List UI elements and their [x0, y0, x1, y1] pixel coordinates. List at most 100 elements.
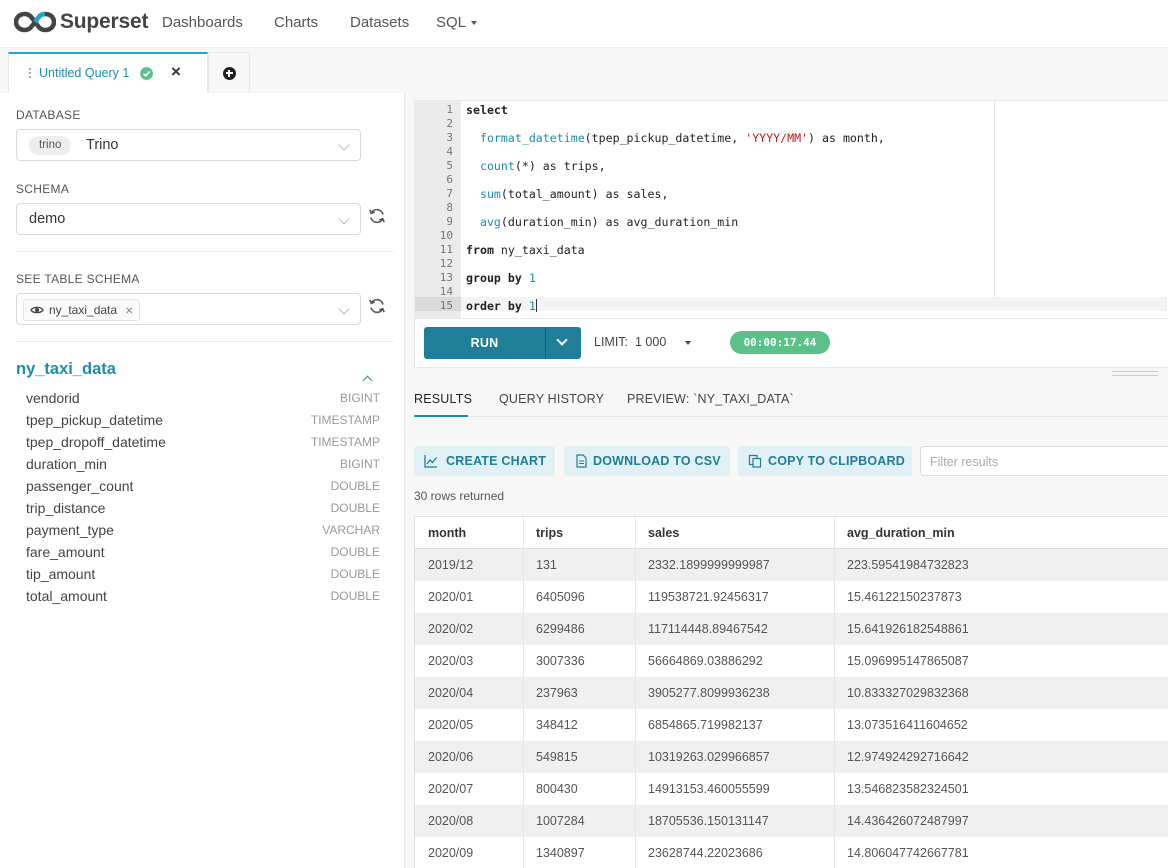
table-cell: 131 [536, 558, 557, 572]
table-select[interactable]: ny_taxi_data × [16, 293, 361, 325]
column-type: DOUBLE [330, 567, 380, 581]
column-item[interactable]: passenger_count DOUBLE [26, 478, 380, 500]
column-header-avg-duration[interactable]: avg_duration_min [847, 526, 955, 540]
superset-logo[interactable]: Superset [14, 8, 148, 36]
table-row[interactable]: 2020/05 348412 6854865.719982137 13.0735164… [415, 709, 1168, 741]
line-number: 10 [439, 229, 453, 242]
limit-label: LIMIT: [594, 335, 629, 349]
line-chart-icon [424, 455, 438, 468]
run-button[interactable]: RUN [424, 336, 545, 350]
filter-placeholder: Filter results [930, 455, 999, 469]
divider [16, 251, 394, 252]
table-cell: 13.546823582324501 [847, 782, 969, 796]
table-cell: 56664869.03886292 [648, 654, 763, 668]
table-row[interactable]: 2020/02 6299486 117114448.89467542 15.64192… [415, 613, 1168, 645]
table-cell: 12.974924292716642 [847, 750, 969, 764]
copy-clipboard-button[interactable]: COPY TO CLIPBOARD [738, 446, 912, 476]
column-item[interactable]: trip_distance DOUBLE [26, 500, 380, 522]
table-row[interactable]: 2020/04 237963 3905277.8099936238 10.833327… [415, 677, 1168, 709]
chevron-up-icon[interactable] [362, 375, 373, 386]
table-row[interactable]: 2020/03 3007336 56664869.03886292 15.096995… [415, 645, 1168, 677]
chevron-down-icon [338, 139, 350, 151]
column-name: tip_amount [26, 566, 96, 582]
table-cell: 10319263.029966857 [648, 750, 770, 764]
nav-dashboards[interactable]: Dashboards [162, 14, 243, 31]
table-row[interactable]: 2020/01 6405096 119538721.92456317 15.46122… [415, 581, 1168, 613]
print-margin [994, 101, 995, 298]
column-name: fare_amount [26, 544, 105, 560]
new-query-tab-button[interactable] [208, 52, 250, 93]
column-type: BIGINT [339, 457, 380, 471]
column-type: TIMESTAMP [310, 413, 380, 427]
query-tab[interactable]: Untitled Query 1 × [8, 52, 208, 93]
table-cell: 14913153.460055599 [648, 782, 770, 796]
table-row[interactable]: 2020/06 549815 10319263.029966857 12.974924… [415, 741, 1168, 773]
sql-editor[interactable]: 1 2 3 4 5 6 7 8 9 10 11 12 13 14 15 select format_date… [414, 100, 1168, 319]
file-icon [576, 454, 587, 468]
nav-datasets[interactable]: Datasets [350, 14, 409, 31]
column-item[interactable]: total_amount DOUBLE [26, 588, 380, 610]
column-header-trips[interactable]: trips [536, 526, 563, 540]
eye-icon [30, 306, 44, 314]
download-csv-button[interactable]: DOWNLOAD TO CSV [564, 446, 730, 476]
remove-table-icon[interactable]: × [125, 302, 133, 318]
create-chart-button[interactable]: CREATE CHART [414, 446, 555, 476]
table-row[interactable]: 2020/07 800430 14913153.460055599 13.546823… [415, 773, 1168, 805]
table-cell: 2020/02 [428, 622, 474, 636]
table-cell: 14.806047742667781 [847, 846, 969, 860]
line-number: 1 [446, 103, 453, 116]
column-item[interactable]: tpep_dropoff_datetime TIMESTAMP [26, 434, 380, 456]
schema-value: demo [29, 211, 66, 227]
table-cell: 2020/08 [428, 814, 474, 828]
table-cell: 3007336 [536, 654, 585, 668]
database-select[interactable]: trino Trino [16, 129, 361, 161]
column-item[interactable]: vendorid BIGINT [26, 390, 380, 412]
column-divider [523, 517, 524, 868]
column-item[interactable]: tip_amount DOUBLE [26, 566, 380, 588]
close-tab-icon[interactable]: × [171, 62, 181, 82]
table-cell: 15.46122150237873 [847, 590, 962, 604]
tab-results[interactable]: RESULTS [414, 392, 472, 406]
column-type: TIMESTAMP [310, 435, 380, 449]
column-header-sales[interactable]: sales [648, 526, 679, 540]
line-number: 3 [446, 131, 453, 144]
refresh-schema-icon[interactable] [368, 207, 386, 225]
query-timer: 00:00:17.44 [730, 331, 830, 354]
table-cell: 2020/06 [428, 750, 474, 764]
schema-label: SCHEMA [16, 182, 70, 196]
table-cell: 2020/09 [428, 846, 474, 860]
column-type: DOUBLE [330, 589, 380, 603]
column-name: trip_distance [26, 500, 106, 516]
resize-handle[interactable] [1112, 371, 1158, 372]
refresh-tables-icon[interactable] [368, 297, 386, 315]
table-row[interactable]: 2020/09 1340897 23628744.22023686 14.806047… [415, 837, 1168, 868]
filter-results-input[interactable]: Filter results [920, 446, 1168, 476]
table-schema-title[interactable]: ny_taxi_data [16, 360, 116, 379]
caret-down-icon[interactable] [685, 341, 691, 345]
tab-query-history[interactable]: QUERY HISTORY [499, 392, 604, 406]
table-cell: 237963 [536, 686, 578, 700]
results-table: 2019/12 131 2332.1899999999987 223.59541984… [414, 516, 1168, 868]
selected-table-tag: ny_taxi_data × [23, 299, 141, 321]
active-line-highlight [461, 297, 1167, 311]
nav-charts[interactable]: Charts [274, 14, 318, 31]
schema-select[interactable]: demo [16, 203, 361, 235]
tab-preview[interactable]: PREVIEW: `NY_TAXI_DATA` [627, 392, 794, 406]
drag-handle-icon[interactable] [29, 68, 32, 81]
column-item[interactable]: fare_amount DOUBLE [26, 544, 380, 566]
run-options-chevron-icon[interactable] [556, 334, 568, 346]
column-item[interactable]: payment_type VARCHAR [26, 522, 380, 544]
limit-dropdown[interactable]: LIMIT: 1 000 [594, 335, 666, 349]
nav-sql[interactable]: SQL [436, 14, 478, 31]
column-header-month[interactable]: month [428, 526, 466, 540]
line-number: 15 [439, 299, 453, 312]
column-item[interactable]: tpep_pickup_datetime TIMESTAMP [26, 412, 380, 434]
table-row[interactable]: 2020/08 1007284 18705536.150131147 14.43642… [415, 805, 1168, 837]
table-row[interactable]: 2019/12 131 2332.1899999999987 223.59541984… [415, 549, 1168, 581]
divider [16, 341, 394, 342]
table-cell: 6854865.719982137 [648, 718, 763, 732]
column-item[interactable]: duration_min BIGINT [26, 456, 380, 478]
line-number: 6 [446, 173, 453, 186]
table-cell: 14.436426072487997 [847, 814, 969, 828]
results-header-row: month trips sales avg_duration_min [415, 517, 1168, 549]
